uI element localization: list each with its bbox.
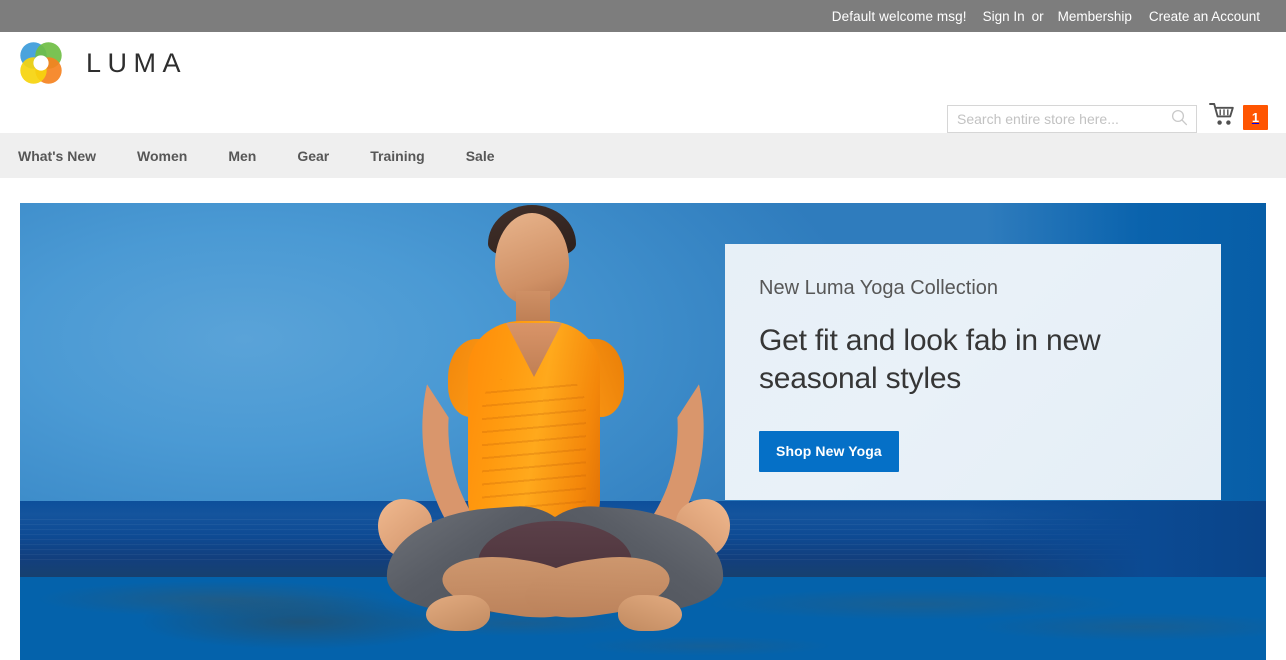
figure-crossed-legs — [382, 502, 728, 631]
search-input[interactable] — [948, 106, 1162, 132]
meditating-woman-figure — [320, 203, 790, 660]
shop-new-yoga-button[interactable]: Shop New Yoga — [759, 430, 899, 472]
search-icon — [1171, 109, 1188, 129]
site-logo[interactable]: LUMA — [18, 40, 187, 86]
top-utility-links: Default welcome msg! Sign In or Membersh… — [832, 9, 1260, 24]
main-navigation: What's New Women Men Gear Training Sale — [0, 133, 1286, 178]
shopping-cart-icon — [1209, 102, 1237, 133]
nav-item-women[interactable]: Women — [137, 148, 187, 164]
luma-flower-logo-icon — [18, 40, 64, 86]
top-utility-bar: Default welcome msg! Sign In or Membersh… — [0, 0, 1286, 32]
welcome-message: Default welcome msg! — [831, 8, 967, 24]
hero-banner[interactable]: New Luma Yoga Collection Get fit and loo… — [20, 203, 1266, 660]
hero-ocean-right-fade — [966, 501, 1266, 577]
create-account-link[interactable]: Create an Account — [1149, 9, 1260, 24]
search-submit-button[interactable] — [1162, 106, 1196, 132]
promo-eyebrow: New Luma Yoga Collection — [759, 277, 999, 299]
nav-item-sale[interactable]: Sale — [466, 148, 495, 164]
figure-left-foot — [426, 595, 490, 631]
nav-item-gear[interactable]: Gear — [297, 148, 329, 164]
site-header: LUMA 1 — [0, 32, 1286, 133]
cart-item-count-badge: 1 — [1243, 105, 1268, 130]
search-box[interactable] — [947, 105, 1197, 133]
nav-item-training[interactable]: Training — [370, 148, 424, 164]
mini-cart-link[interactable]: 1 — [1209, 102, 1268, 133]
promo-title: Get fit and look fab in new seasonal sty… — [759, 324, 1101, 396]
promo-card: New Luma Yoga Collection Get fit and loo… — [725, 244, 1221, 500]
or-separator: or — [1031, 8, 1044, 24]
membership-link[interactable]: Membership — [1058, 9, 1132, 24]
figure-right-foot — [618, 595, 682, 631]
nav-item-men[interactable]: Men — [228, 148, 256, 164]
logo-wordmark: LUMA — [86, 47, 188, 78]
sign-in-link[interactable]: Sign In — [983, 9, 1025, 24]
nav-item-whats-new[interactable]: What's New — [18, 148, 96, 164]
